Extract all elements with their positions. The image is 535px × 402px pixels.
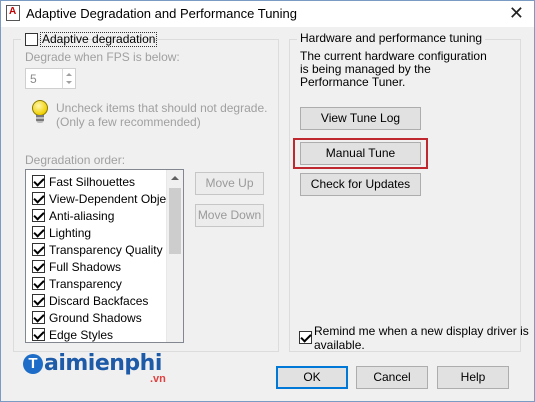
list-item[interactable]: Discard Backfaces	[26, 292, 167, 309]
item-checkbox[interactable]	[32, 192, 45, 205]
move-up-button[interactable]: Move Up	[195, 172, 264, 195]
degradation-order-label: Degradation order:	[25, 153, 126, 167]
item-checkbox[interactable]	[32, 294, 45, 307]
move-up-label: Move Up	[205, 176, 254, 190]
item-checkbox[interactable]	[32, 175, 45, 188]
remind-checkbox[interactable]	[299, 331, 312, 344]
check-for-updates-button[interactable]: Check for Updates	[300, 173, 421, 196]
fps-value: 5	[30, 72, 37, 86]
item-label: Full Shadows	[49, 260, 122, 274]
lightbulb-icon	[31, 100, 49, 126]
degradation-order-list[interactable]: Fast Silhouettes View-Dependent Objects …	[25, 169, 184, 343]
item-label: Transparency	[49, 277, 122, 291]
list-item[interactable]: Anti-aliasing	[26, 207, 167, 224]
list-item[interactable]: Ground Shadows	[26, 309, 167, 326]
item-label: Fast Silhouettes	[49, 175, 136, 189]
hint-line-2: (Only a few recommended)	[56, 115, 201, 129]
view-tune-log-button[interactable]: View Tune Log	[300, 107, 421, 130]
remind-label-line-1: Remind me when a new display driver is	[314, 324, 529, 338]
list-item[interactable]: Full Shadows	[26, 258, 167, 275]
item-checkbox[interactable]	[32, 260, 45, 273]
autocad-app-icon: A	[6, 5, 20, 21]
help-label: Help	[460, 370, 486, 384]
item-label: Ground Shadows	[49, 311, 142, 325]
title-bar[interactable]: A Adaptive Degradation and Performance T…	[1, 1, 534, 27]
manual-tune-button[interactable]: Manual Tune	[300, 142, 421, 165]
fps-spin-buttons[interactable]	[62, 69, 75, 88]
hardware-desc-line-2: is being managed by the	[300, 62, 431, 76]
ok-button[interactable]: OK	[276, 366, 348, 389]
item-label: Anti-aliasing	[49, 209, 115, 223]
cancel-label: Cancel	[373, 370, 411, 384]
fps-label: Degrade when FPS is below:	[25, 50, 180, 64]
close-icon[interactable]: ✕	[509, 3, 524, 24]
item-checkbox[interactable]	[32, 243, 45, 256]
hint-line-1: Uncheck items that should not degrade.	[56, 101, 268, 115]
adaptive-degradation-checkbox-row[interactable]: Adaptive degradation	[21, 31, 158, 47]
adaptive-degradation-checkbox[interactable]	[25, 33, 38, 46]
check-for-updates-label: Check for Updates	[310, 177, 411, 191]
item-checkbox[interactable]	[32, 328, 45, 341]
fps-spinner[interactable]: 5	[25, 68, 76, 89]
item-checkbox[interactable]	[32, 311, 45, 324]
adaptive-degradation-label: Adaptive degradation	[40, 32, 158, 47]
item-label: Edge Styles	[49, 328, 114, 342]
hardware-group-title: Hardware and performance tuning	[297, 31, 486, 45]
move-down-button[interactable]: Move Down	[195, 204, 264, 227]
spin-down-icon[interactable]	[66, 81, 72, 84]
item-label: Lighting	[49, 226, 92, 240]
hardware-desc-line-1: The current hardware configuration	[300, 49, 487, 63]
watermark-initial: T	[23, 354, 43, 374]
help-button[interactable]: Help	[437, 366, 509, 389]
item-label: Transparency Quality	[49, 243, 163, 257]
list-item[interactable]: Transparency Quality	[26, 241, 167, 258]
item-checkbox[interactable]	[32, 226, 45, 239]
move-down-label: Move Down	[197, 208, 262, 222]
list-item[interactable]: View-Dependent Objects	[26, 190, 182, 207]
ok-label: OK	[303, 370, 321, 384]
hardware-desc-line-3: Performance Tuner.	[300, 75, 406, 89]
dialog-window: A Adaptive Degradation and Performance T…	[0, 0, 535, 402]
list-item[interactable]: Fast Silhouettes	[26, 173, 167, 190]
manual-tune-label: Manual Tune	[325, 146, 396, 160]
scroll-up-icon[interactable]	[167, 170, 183, 187]
watermark-word: aimienphi	[44, 351, 162, 376]
view-tune-log-label: View Tune Log	[320, 111, 401, 125]
scroll-thumb[interactable]	[169, 188, 181, 254]
spin-up-icon[interactable]	[66, 73, 72, 76]
window-title: Adaptive Degradation and Performance Tun…	[26, 6, 298, 21]
remind-label-line-2: available.	[314, 338, 365, 352]
watermark-tld: .vn	[150, 373, 166, 385]
list-item[interactable]: Lighting	[26, 224, 167, 241]
item-label: View-Dependent Objects	[49, 192, 182, 206]
item-checkbox[interactable]	[32, 277, 45, 290]
list-item[interactable]: Edge Styles	[26, 326, 167, 342]
cancel-button[interactable]: Cancel	[356, 366, 428, 389]
list-scrollbar[interactable]	[166, 170, 183, 342]
item-checkbox[interactable]	[32, 209, 45, 222]
list-item[interactable]: Transparency	[26, 275, 167, 292]
item-label: Discard Backfaces	[49, 294, 149, 308]
